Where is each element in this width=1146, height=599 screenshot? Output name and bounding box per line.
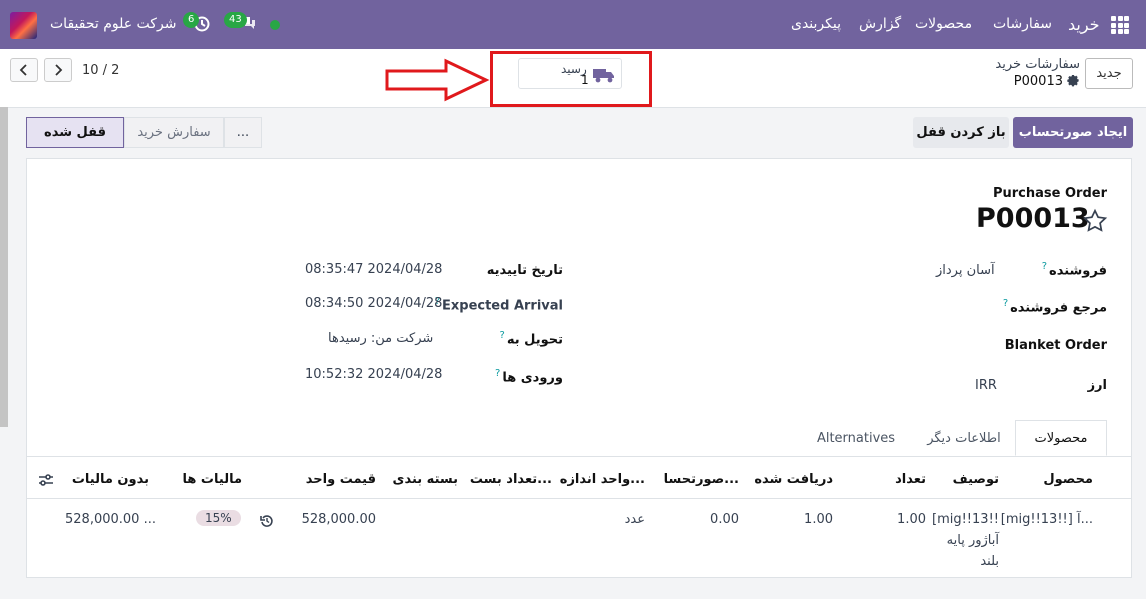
cell-quantity[interactable]: 1.00 <box>897 512 926 527</box>
column-received[interactable]: دریافت شده <box>754 472 833 487</box>
status-dot <box>270 20 280 30</box>
menu-orders[interactable]: سفارشات <box>993 16 1052 32</box>
tab-products[interactable]: محصولات <box>1015 420 1107 456</box>
status-locked[interactable]: قفل شده <box>26 117 124 148</box>
status-more[interactable]: ... <box>224 117 262 148</box>
cell-tax-badge[interactable]: 15% <box>196 510 241 526</box>
breadcrumb-current: P00013 <box>1014 74 1080 89</box>
app-name[interactable]: خرید <box>1068 15 1100 34</box>
currency-field[interactable]: IRR <box>975 378 997 393</box>
receipt-date-field[interactable]: 10:52:32 2024/04/28 <box>305 367 442 382</box>
cell-description-line3: بلند <box>980 554 999 569</box>
truck-icon <box>593 69 614 83</box>
currency-label: ارز <box>1087 378 1107 393</box>
menu-configuration[interactable]: پیکربندی <box>791 16 841 32</box>
page-title: P00013 <box>976 203 1090 234</box>
column-packaging-qty[interactable]: تعداد بست... <box>470 472 552 487</box>
gear-icon[interactable] <box>1067 75 1080 88</box>
cell-uom[interactable]: عدد <box>625 512 645 527</box>
create-bill-button[interactable]: ایجاد صورتحساب <box>1013 117 1133 148</box>
unlock-button[interactable]: باز کردن قفل <box>913 117 1009 148</box>
column-product[interactable]: محصول <box>1043 472 1093 487</box>
column-uom[interactable]: واحد اندازه... <box>560 472 645 487</box>
status-purchase-order[interactable]: سفارش خرید <box>124 117 224 148</box>
chat-count-badge: 43 <box>224 12 247 28</box>
app-menu-icon[interactable] <box>1111 16 1129 34</box>
pager-previous-button[interactable] <box>10 58 38 82</box>
cell-billed: 0.00 <box>710 512 739 527</box>
document-type: Purchase Order <box>992 186 1107 201</box>
cell-description-line2: آباژور پایه <box>946 533 999 548</box>
blanket-order-label: Blanket Order <box>1004 338 1107 353</box>
expected-arrival-field[interactable]: 08:34:50 2024/04/28 <box>305 296 442 311</box>
confirmation-date-label: تاریخ تاییدیه <box>486 263 563 278</box>
pager-next-button[interactable] <box>44 58 72 82</box>
column-billed[interactable]: صورتحسا... <box>664 472 739 487</box>
cell-subtotal: 528,000.00 ... <box>65 512 156 527</box>
chevron-right-icon <box>55 64 63 76</box>
menu-reporting[interactable]: گزارش <box>859 16 901 32</box>
vendor-field[interactable]: آسان پرداز <box>936 263 995 278</box>
column-description[interactable]: توصیف <box>953 472 999 487</box>
deliver-to-field[interactable]: شرکت من: رسیدها <box>328 331 433 346</box>
confirmation-date-field[interactable]: 08:35:47 2024/04/28 <box>305 262 442 277</box>
status-bar: قفل شده سفارش خرید ... <box>26 117 262 148</box>
breadcrumb-parent[interactable]: سفارشات خرید <box>995 57 1080 72</box>
top-navbar: خرید سفارشات محصولات گزارش پیکربندی شرکت… <box>0 0 1146 49</box>
page-scrollbar[interactable] <box>0 107 8 427</box>
expected-arrival-label: ? Expected Arrival <box>434 296 563 314</box>
deliver-to-label: ? تحویل به <box>499 330 564 348</box>
menu-products[interactable]: محصولات <box>915 16 972 32</box>
column-packaging[interactable]: بسته بندی <box>393 472 458 487</box>
cell-product[interactable]: [mig!!13!!] آ... <box>1001 512 1093 527</box>
column-subtotal[interactable]: بدون مالیات <box>72 472 149 487</box>
receipt-smart-button[interactable]: رسید 1 <box>518 58 622 89</box>
tab-other-info[interactable]: اطلاعات دیگر <box>921 420 1007 456</box>
receipt-count: 1 <box>581 73 589 87</box>
star-icon[interactable] <box>1081 208 1109 234</box>
vendor-label: ? فروشنده <box>1041 261 1107 279</box>
cell-received[interactable]: 1.00 <box>804 512 833 527</box>
header-divider <box>27 498 1131 499</box>
column-quantity[interactable]: تعداد <box>895 472 926 487</box>
company-name[interactable]: شرکت علوم تحقیقات <box>50 16 176 32</box>
record-name: P00013 <box>1013 74 1063 89</box>
receipt-date-label: ? ورودی ها <box>495 368 563 386</box>
annotation-arrow-icon <box>385 58 490 102</box>
column-taxes[interactable]: مالیات ها <box>183 472 242 487</box>
new-button[interactable]: جدید <box>1085 58 1133 89</box>
optional-columns-icon[interactable] <box>38 473 54 487</box>
cell-description-line1[interactable]: [mig!!13!! <box>932 512 999 527</box>
cell-unit-price[interactable]: 528,000.00 <box>302 512 376 527</box>
tabs-divider <box>27 456 1131 457</box>
chevron-left-icon <box>19 64 27 76</box>
tab-alternatives[interactable]: Alternatives <box>816 420 896 456</box>
pager-value[interactable]: 10 / 2 <box>82 63 119 78</box>
row-divider <box>27 577 1131 578</box>
vendor-reference-label: ? مرجع فروشنده <box>1002 298 1107 316</box>
history-icon[interactable] <box>260 514 274 528</box>
column-unit-price[interactable]: قیمت واحد <box>306 472 376 487</box>
user-avatar[interactable] <box>10 12 37 39</box>
